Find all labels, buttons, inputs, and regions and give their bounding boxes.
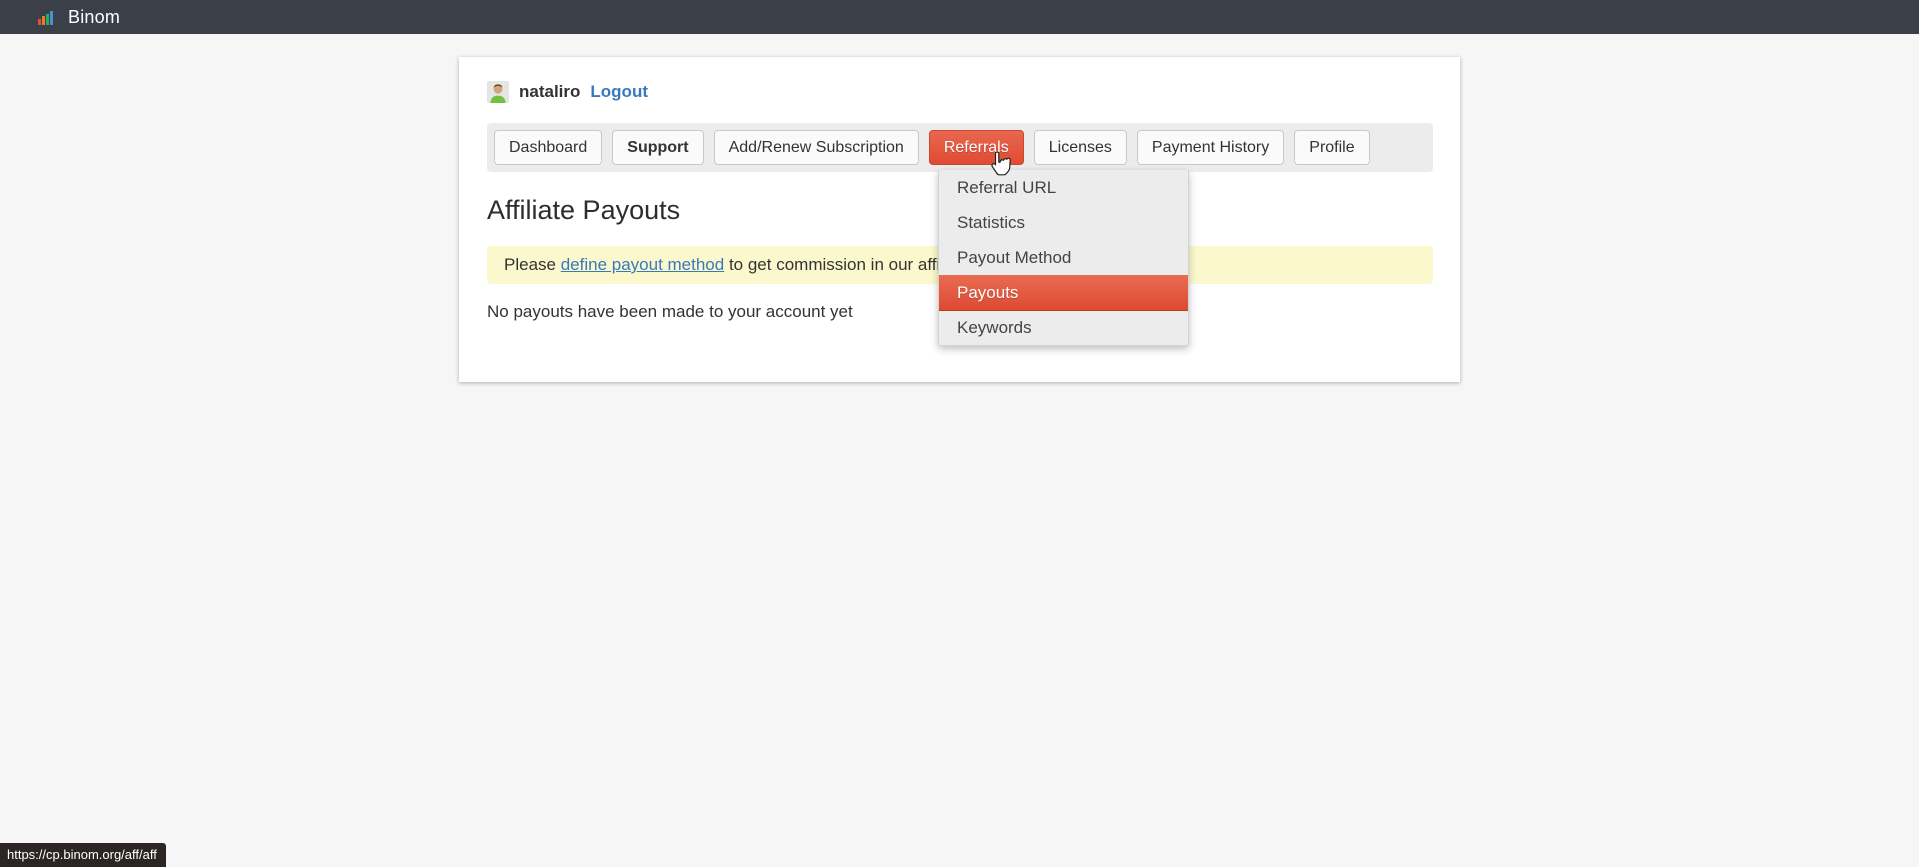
- notice-text-pre: Please: [504, 255, 561, 274]
- referrals-dropdown-menu: Referral URL Statistics Payout Method Pa…: [938, 170, 1189, 346]
- menu-item-payout-method[interactable]: Payout Method: [939, 240, 1188, 275]
- menu-item-keywords[interactable]: Keywords: [939, 310, 1188, 345]
- nav-add-renew-subscription[interactable]: Add/Renew Subscription: [714, 130, 919, 165]
- menu-item-referral-url[interactable]: Referral URL: [939, 170, 1188, 205]
- username: nataliro: [519, 82, 580, 102]
- logout-link[interactable]: Logout: [590, 82, 648, 102]
- bar-chart-logo-icon: [38, 10, 55, 25]
- notice-text-post: to get commission in our affilia: [724, 255, 957, 274]
- user-row: nataliro Logout: [487, 80, 1433, 103]
- nav-payment-history[interactable]: Payment History: [1137, 130, 1284, 165]
- main-nav: Dashboard Support Add/Renew Subscription…: [487, 123, 1433, 172]
- define-payout-method-link[interactable]: define payout method: [561, 255, 725, 274]
- top-bar: Binom: [0, 0, 1919, 34]
- avatar: [487, 81, 509, 103]
- nav-dashboard[interactable]: Dashboard: [494, 130, 602, 165]
- nav-referrals[interactable]: Referrals: [929, 130, 1024, 165]
- nav-profile[interactable]: Profile: [1294, 130, 1369, 165]
- account-card: nataliro Logout Dashboard Support Add/Re…: [459, 57, 1460, 382]
- link-preview-statusbar: https://cp.binom.org/aff/aff: [0, 843, 166, 867]
- menu-item-payouts[interactable]: Payouts: [939, 275, 1188, 311]
- brand-logo[interactable]: Binom: [38, 7, 120, 28]
- nav-support[interactable]: Support: [612, 130, 703, 165]
- menu-item-statistics[interactable]: Statistics: [939, 205, 1188, 240]
- brand-name: Binom: [68, 7, 120, 28]
- nav-licenses[interactable]: Licenses: [1034, 130, 1127, 165]
